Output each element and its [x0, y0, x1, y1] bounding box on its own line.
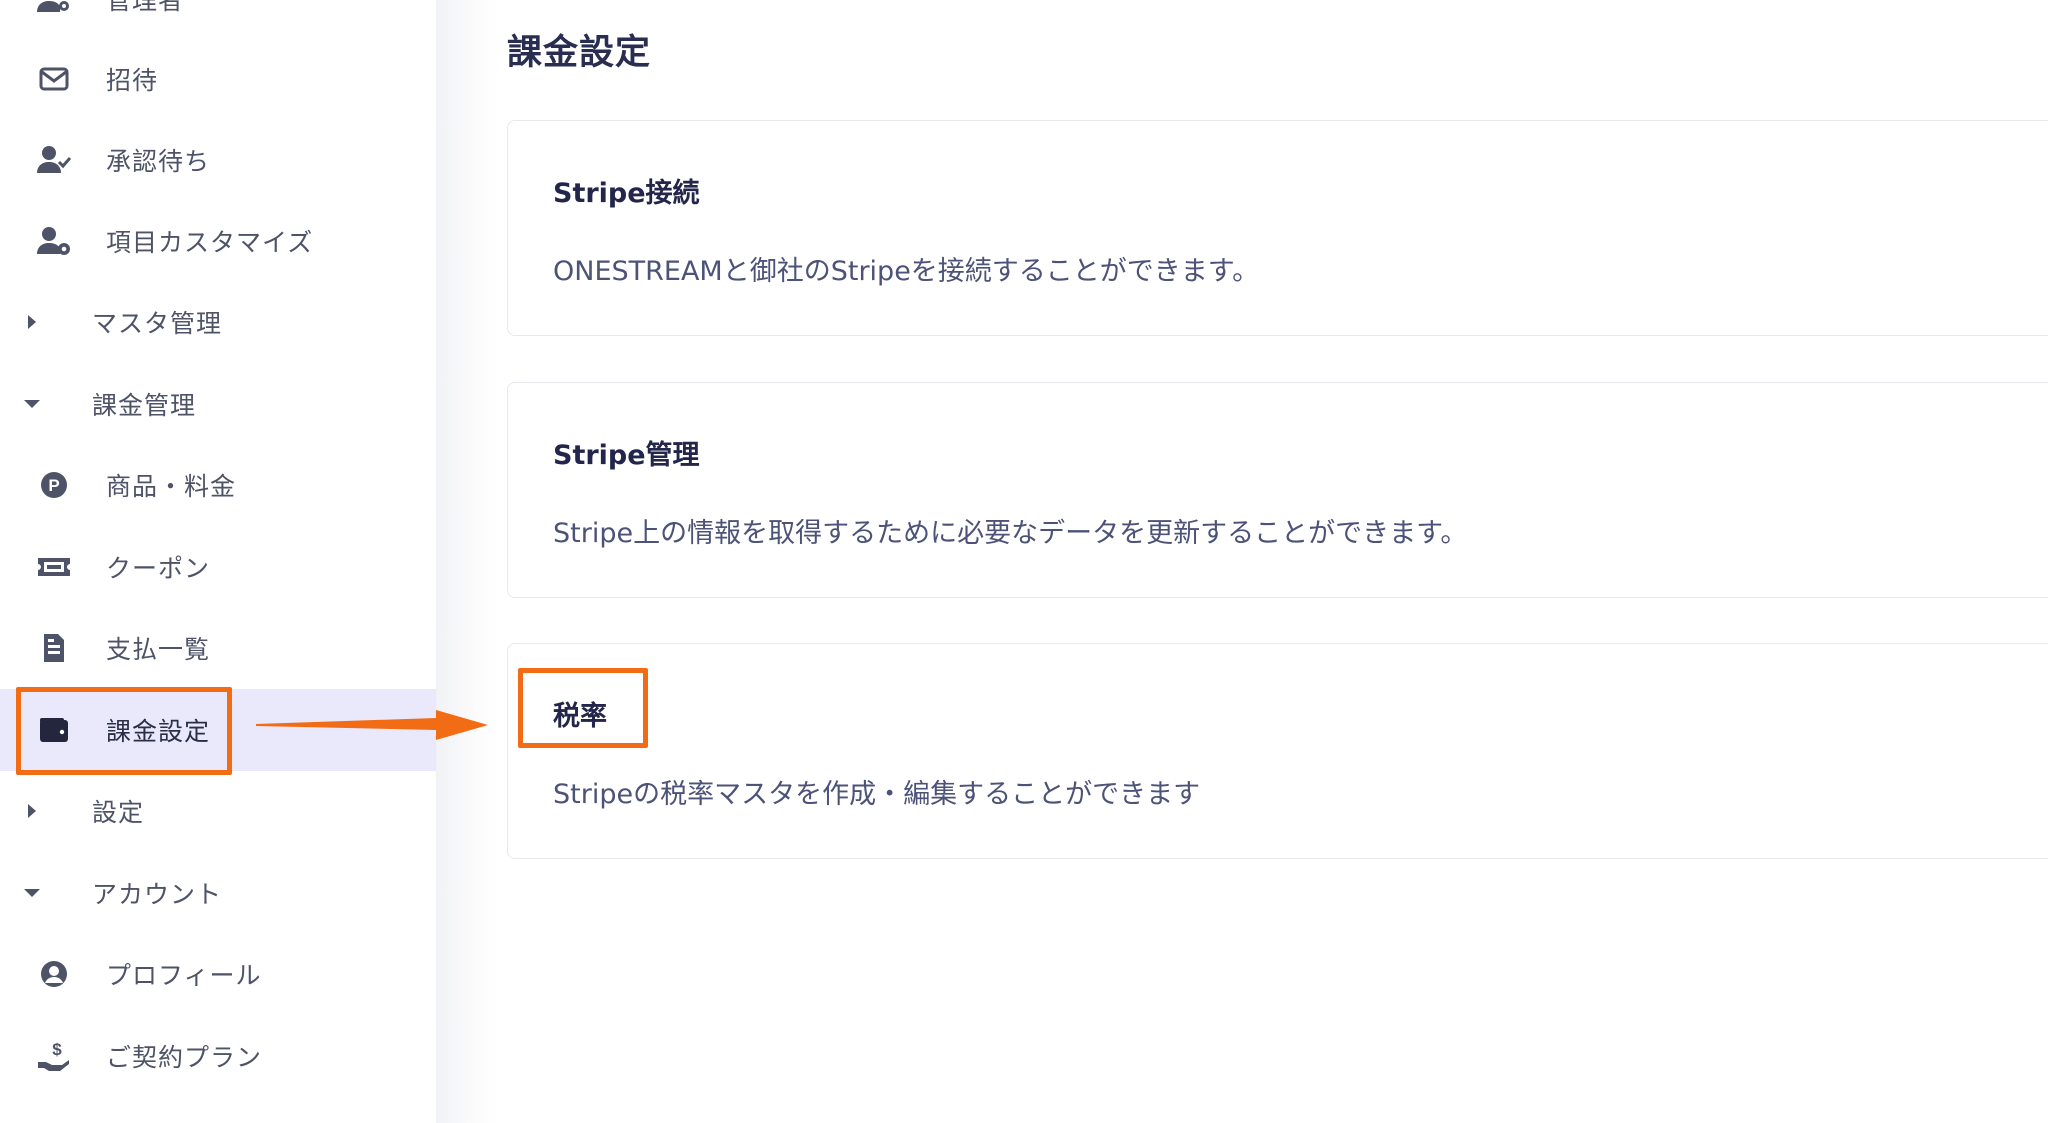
sidebar-item-coupon[interactable]: クーポン	[0, 526, 436, 608]
sidebar-item-plan[interactable]: $ ご契約プラン	[0, 1015, 436, 1097]
sidebar: 管理者 招待 承認待ち 項目カスタマイズ マスタ管理 課金管理 P 商品・料金 …	[0, 0, 436, 1123]
sidebar-group-label: 設定	[92, 798, 145, 827]
card-title: Stripe接続	[553, 178, 700, 209]
card-description: Stripe上の情報を取得するために必要なデータを更新することができます。	[553, 518, 1468, 549]
caret-down-icon	[22, 394, 42, 414]
sidebar-item-invite[interactable]: 招待	[0, 38, 436, 120]
user-gear-icon	[36, 0, 72, 17]
annotation-highlight-box	[518, 668, 648, 748]
annotation-arrow-icon	[256, 710, 488, 740]
sidebar-item-label: 管理者	[106, 0, 185, 15]
caret-right-icon	[22, 801, 42, 821]
card-stripe-management[interactable]: Stripe管理 Stripe上の情報を取得するために必要なデータを更新すること…	[507, 382, 2048, 598]
sidebar-group-label: 課金管理	[92, 391, 197, 420]
invoice-icon	[36, 630, 72, 666]
caret-down-icon	[22, 883, 42, 903]
sidebar-divider	[436, 0, 498, 1123]
user-circle-icon	[36, 956, 72, 992]
sidebar-item-admin[interactable]: 管理者	[0, 0, 436, 40]
hand-dollar-icon: $	[36, 1038, 72, 1074]
card-title: Stripe管理	[553, 440, 700, 471]
p-circle-icon: P	[36, 467, 72, 503]
sidebar-item-label: クーポン	[106, 554, 211, 583]
sidebar-item-label: 支払一覧	[106, 635, 211, 664]
ticket-icon	[36, 549, 72, 585]
sidebar-item-products[interactable]: P 商品・料金	[0, 444, 436, 526]
page: 管理者 招待 承認待ち 項目カスタマイズ マスタ管理 課金管理 P 商品・料金 …	[0, 0, 2048, 1123]
sidebar-item-label: プロフィール	[106, 961, 262, 990]
card-description: ONESTREAMと御社のStripeを接続することができます。	[553, 256, 1260, 287]
user-check-icon	[36, 142, 72, 178]
sidebar-group-label: マスタ管理	[92, 309, 223, 338]
sidebar-item-label: 項目カスタマイズ	[106, 228, 314, 257]
card-tax-rate[interactable]: 税率 Stripeの税率マスタを作成・編集することができます	[507, 643, 2048, 859]
svg-text:P: P	[48, 476, 59, 495]
card-description: Stripeの税率マスタを作成・編集することができます	[553, 779, 1201, 810]
sidebar-item-label: ご契約プラン	[106, 1043, 263, 1072]
svg-text:$: $	[52, 1040, 62, 1059]
envelope-icon	[36, 61, 72, 97]
sidebar-group-account[interactable]: アカウント	[0, 852, 436, 934]
user-cog-icon	[36, 223, 72, 259]
sidebar-item-profile[interactable]: プロフィール	[0, 933, 436, 1015]
annotation-highlight-box	[16, 687, 232, 775]
page-title: 課金設定	[507, 33, 652, 73]
sidebar-item-label: 承認待ち	[106, 147, 211, 176]
sidebar-item-pending[interactable]: 承認待ち	[0, 119, 436, 201]
caret-right-icon	[22, 312, 42, 332]
sidebar-group-billing[interactable]: 課金管理	[0, 363, 436, 445]
sidebar-group-settings[interactable]: 設定	[0, 770, 436, 852]
sidebar-item-customize[interactable]: 項目カスタマイズ	[0, 200, 436, 282]
sidebar-group-master[interactable]: マスタ管理	[0, 281, 436, 363]
sidebar-item-payments[interactable]: 支払一覧	[0, 607, 436, 689]
sidebar-group-label: アカウント	[92, 880, 223, 909]
card-stripe-connect[interactable]: Stripe接続 ONESTREAMと御社のStripeを接続することができます…	[507, 120, 2048, 336]
sidebar-item-label: 商品・料金	[106, 472, 237, 501]
sidebar-item-label: 招待	[106, 66, 159, 95]
